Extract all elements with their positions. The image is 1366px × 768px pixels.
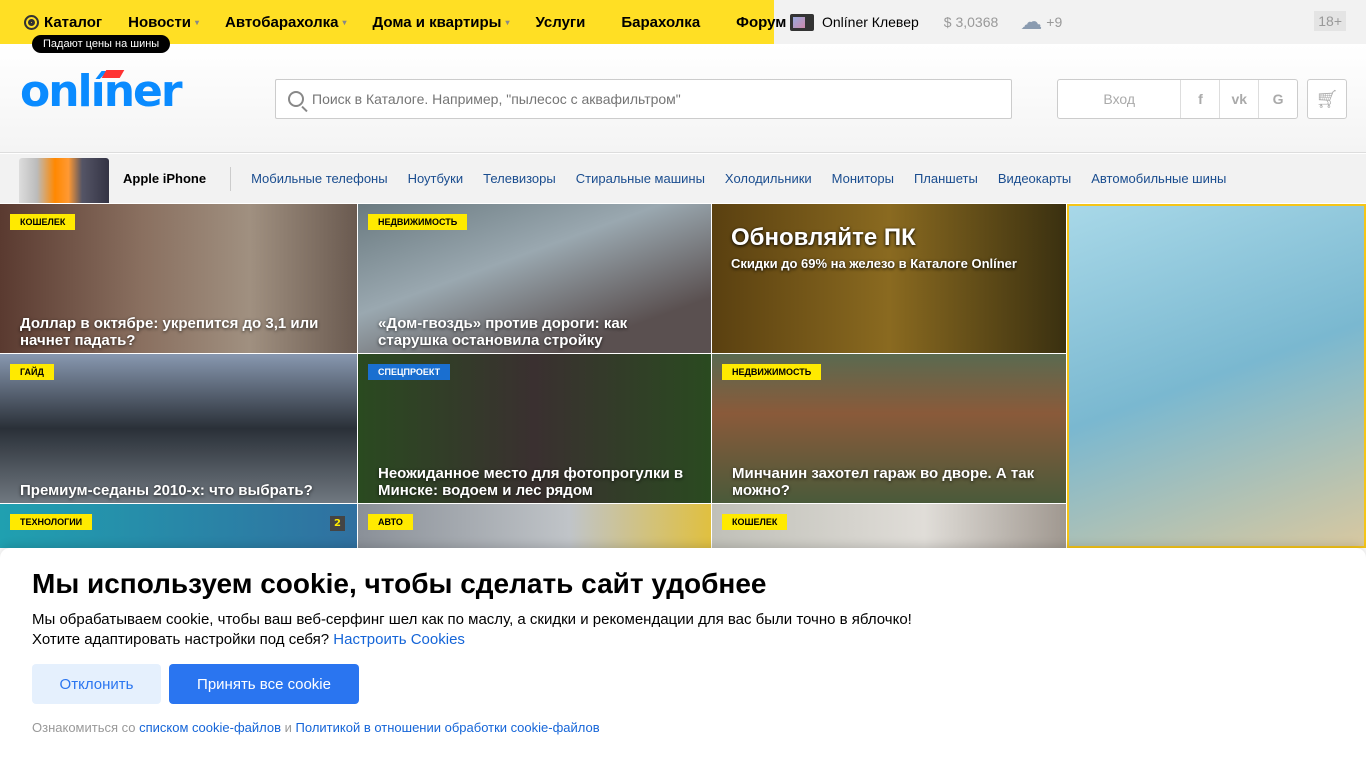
promo-tooltip[interactable]: Падают цены на шины [32,35,171,53]
comment-count: 2 [330,516,345,531]
nav-label: Каталог [44,13,103,31]
header: onlíner Вход f vk G 🛒︎ [0,44,1366,153]
divider [230,166,232,191]
news-title: Минчанин захотел гараж во дворе. А так м… [732,465,1035,499]
category-badge: НЕДВИЖИМОСТЬ [722,364,822,380]
cloud-icon: ☁ [1020,9,1043,34]
search-input[interactable] [312,91,992,107]
chevron-down-icon: ▾ [195,17,200,27]
cookie-title: Мы используем cookie, чтобы сделать сайт… [32,568,767,599]
category-badge: СПЕЦПРОЕКТ [368,364,451,380]
search-icon [288,91,304,107]
news-tile[interactable]: ГАЙД Премиум-седаны 2010-х: что выбрать? [0,354,357,503]
facebook-icon[interactable]: f [1180,80,1219,118]
cookie-line2: Хотите адаптировать настройки под себя? [32,631,330,648]
news-title: Доллар в октябре: укрепится до 3,1 или н… [20,315,319,349]
google-icon[interactable]: G [1258,80,1297,118]
catalog-link[interactable]: Мобильные телефоны [251,171,388,186]
category-badge: КОШЕЛЕК [10,214,76,230]
nav-baraholka[interactable]: Барахолка [621,14,700,31]
news-title: Неожиданное место для фотопрогулки в Мин… [378,465,684,499]
category-badge: НЕДВИЖИМОСТЬ [368,214,468,230]
nav-services[interactable]: Услуги [536,14,586,31]
catalog-icon [24,14,39,30]
featured-link[interactable]: Apple iPhone [123,171,206,186]
nav-label: Дома и квартиры [372,13,502,31]
chevron-down-icon: ▾ [342,17,347,27]
news-tile[interactable]: СПЕЦПРОЕКТ Неожиданное место для фотопро… [358,354,711,503]
cookie-text: Мы обрабатываем cookie, чтобы ваш веб-се… [32,610,1334,650]
catalog-link[interactable]: Планшеты [914,171,978,186]
category-badge: ГАЙД [10,364,54,380]
cookie-settings-link[interactable]: Настроить Cookies [333,631,465,648]
login-button[interactable]: Вход [1058,80,1180,118]
catalog-link[interactable]: Автомобильные шины [1091,171,1226,186]
cookie-policy-link[interactable]: Политикой в отношении обработки cookie-ф… [296,720,600,735]
klever-card-icon [790,13,814,31]
nav-label: Барахолка [621,13,701,31]
news-tile[interactable]: АВТО [358,504,711,548]
news-tile[interactable]: НЕДВИЖИМОСТЬ «Дом-гвоздь» против дороги:… [358,204,711,353]
nav-auto[interactable]: Автобарахолка ▾ [225,14,346,31]
catalog-link[interactable]: Холодильники [725,171,812,186]
category-badge: КОШЕЛЕК [722,514,788,530]
klever-link[interactable]: Onlíner Клевер [822,14,919,30]
nav-label: Форум [736,13,787,31]
nav-label: Автобарахолка [225,13,339,31]
currency-rate[interactable]: $ 3,0368 [944,14,999,30]
age-badge: 18+ [1314,11,1346,31]
footer-text: и [284,720,292,735]
promo-tile[interactable]: Обновляйте ПК Скидки до 69% на железо в … [712,204,1066,353]
nav-realty[interactable]: Дома и квартиры ▾ [372,14,509,31]
footer-text: Ознакомиться со [32,720,136,735]
weather-temp[interactable]: +9 [1046,14,1062,30]
nav-label: Новости [128,13,192,31]
category-badge: ТЕХНОЛОГИИ [10,514,93,530]
promo-title: Обновляйте ПК [731,224,916,251]
decline-button[interactable]: Отклонить [32,664,161,704]
catalog-link[interactable]: Мониторы [832,171,894,186]
search-box[interactable] [275,79,1012,119]
catalog-link[interactable]: Ноутбуки [408,171,464,186]
news-grid: КОШЕЛЕК Доллар в октябре: укрепится до 3… [0,204,1366,548]
catalog-link[interactable]: Телевизоры [483,171,556,186]
nav-catalog[interactable]: Каталог [24,14,102,31]
nav-forum[interactable]: Форум [736,14,786,31]
news-tile[interactable]: НЕДВИЖИМОСТЬ Минчанин захотел гараж во д… [712,354,1066,503]
logo[interactable]: onlíner [20,66,183,117]
cookie-footer: Ознакомиться со списком cookie-файлов и … [32,720,1334,735]
accept-all-button[interactable]: Принять все cookie [169,664,359,704]
nav-label: Услуги [535,13,586,31]
nav-news[interactable]: Новости ▾ [128,14,199,31]
news-title: «Дом-гвоздь» против дороги: как старушка… [378,315,628,349]
news-tile[interactable]: КОШЕЛЕК Доллар в октябре: укрепится до 3… [0,204,357,353]
login-group: Вход f vk G [1057,79,1298,119]
chevron-down-icon: ▾ [505,17,510,27]
vk-icon[interactable]: vk [1219,80,1258,118]
promo-subtitle: Скидки до 69% на железо в Каталоге Onlín… [731,256,1017,271]
cookie-banner: Мы используем cookie, чтобы сделать сайт… [0,548,1366,768]
category-badge: АВТО [368,514,413,530]
top-right-info: Onlíner Клевер $ 3,0368 ☁ +9 [790,0,1062,44]
cookie-line1: Мы обрабатываем cookie, чтобы ваш веб-се… [32,611,912,628]
news-tile[interactable]: КОШЕЛЕК [712,504,1066,548]
news-tile[interactable]: ТЕХНОЛОГИИ 2 [0,504,357,548]
cart-icon[interactable]: 🛒︎ [1307,79,1347,119]
iphone-image[interactable] [19,158,109,203]
ad-banner[interactable] [1067,204,1366,548]
catalog-link[interactable]: Стиральные машины [576,171,705,186]
cookie-list-link[interactable]: списком cookie-файлов [139,720,281,735]
catalog-bar: Apple iPhone Мобильные телефоны Ноутбуки… [0,154,1366,203]
catalog-link[interactable]: Видеокарты [998,171,1071,186]
top-bar: Каталог Новости ▾ Автобарахолка ▾ Дома и к… [0,0,1366,53]
news-title: Премиум-седаны 2010-х: что выбрать? [20,482,313,499]
